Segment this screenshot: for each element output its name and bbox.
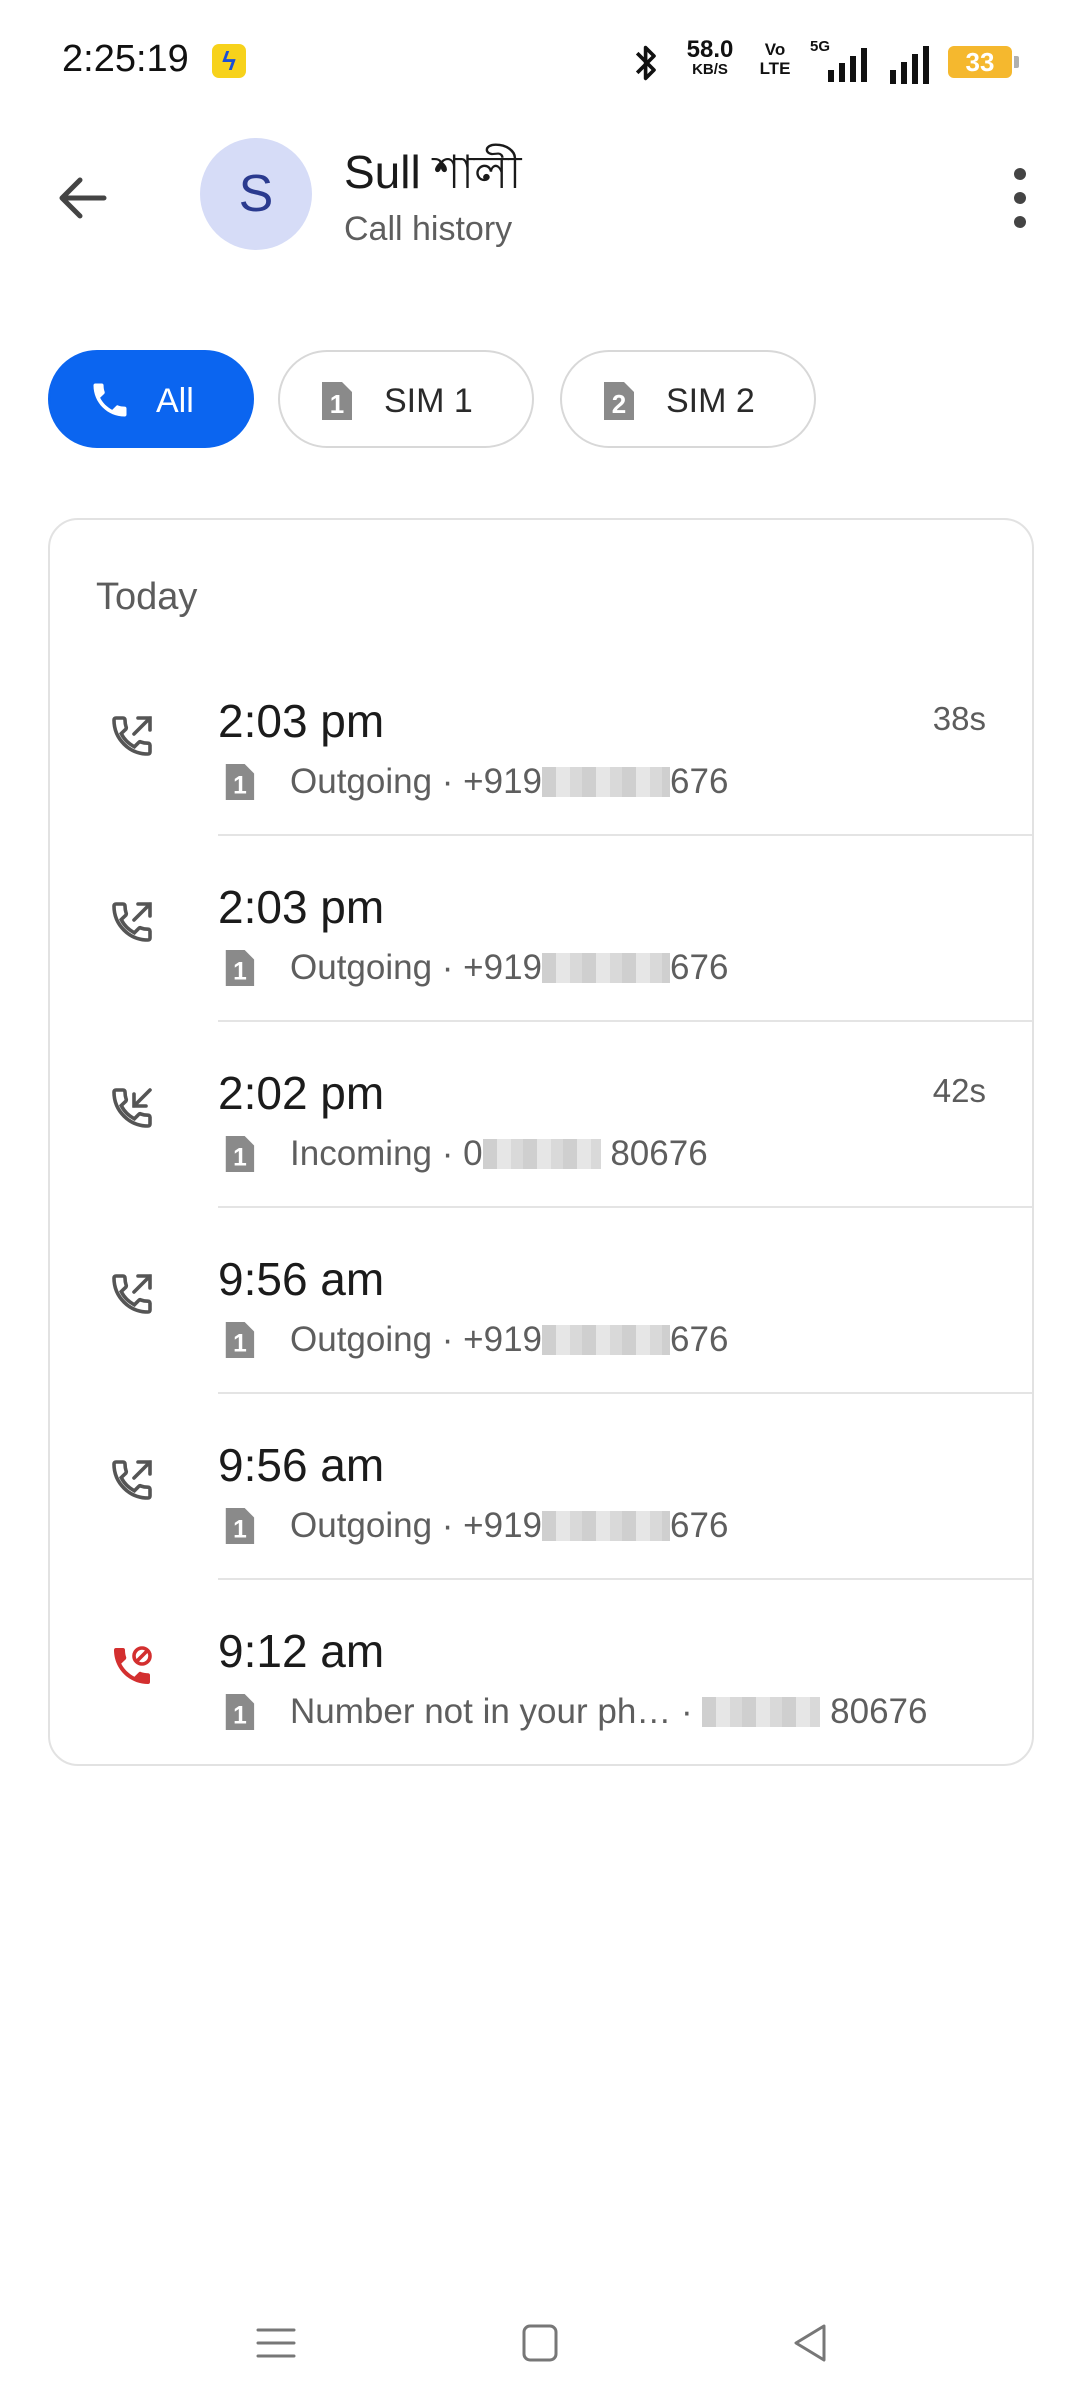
call-type: Outgoing <box>290 1320 433 1359</box>
call-number-prefix: 0 <box>463 1134 483 1173</box>
svg-text:2: 2 <box>612 389 626 419</box>
phone-icon <box>93 383 127 417</box>
call-type: Number not in your ph… <box>290 1692 672 1731</box>
sim2-icon: 2 <box>604 382 634 420</box>
call-type: Incoming <box>290 1134 433 1173</box>
system-nav-bar <box>0 2290 1080 2390</box>
filter-chip-all[interactable]: All <box>48 350 254 448</box>
section-title-today: Today <box>96 576 198 618</box>
network-speed: 58.0 KB/S <box>680 38 740 80</box>
signal-sim2-icon <box>890 46 929 84</box>
call-duration: 42s <box>932 1072 986 1109</box>
redacted-digits <box>702 1697 821 1727</box>
volte-top: Vo <box>764 40 786 59</box>
incoming-call-icon <box>112 1088 152 1128</box>
call-number-suffix: 80676 <box>610 1134 708 1173</box>
recents-menu-icon[interactable] <box>246 2318 306 2368</box>
redacted-digits <box>542 767 671 797</box>
call-row[interactable]: 9:12 am 1 Number not in your ph… · 80676 <box>50 1580 1032 1766</box>
call-detail: Incoming · 0 80676 <box>290 1134 708 1173</box>
volte-icon: Vo LTE <box>750 40 800 78</box>
filter-sim1-label: SIM 1 <box>384 382 473 420</box>
call-detail: Outgoing · +919 676 <box>290 948 729 987</box>
redacted-digits <box>542 953 671 983</box>
status-bar: 2:25:19 ϟ 58.0 KB/S Vo LTE 5G 33 <box>0 0 1080 120</box>
filter-sim2-label: SIM 2 <box>666 382 755 420</box>
bluetooth-icon <box>635 45 656 81</box>
svg-text:1: 1 <box>233 1702 247 1729</box>
sim1-icon: 1 <box>225 764 255 800</box>
call-time: 2:03 pm <box>218 881 385 933</box>
volte-bottom: LTE <box>759 59 791 78</box>
svg-text:1: 1 <box>233 1144 247 1171</box>
call-row[interactable]: 9:56 am 1 Outgoing · +919 676 <box>50 1208 1032 1394</box>
filter-chip-sim1[interactable]: 1 SIM 1 <box>278 350 534 448</box>
sim1-icon: 1 <box>322 382 352 420</box>
outgoing-call-icon <box>112 1274 152 1314</box>
redacted-digits <box>482 1139 601 1169</box>
home-icon[interactable] <box>510 2318 570 2368</box>
blocked-call-icon <box>114 1646 152 1684</box>
sim1-icon: 1 <box>225 950 255 986</box>
call-detail: Number not in your ph… · 80676 <box>290 1692 928 1731</box>
filter-all-label: All <box>156 382 194 420</box>
back-arrow-icon[interactable] <box>44 158 124 238</box>
redacted-digits <box>542 1511 671 1541</box>
svg-text:1: 1 <box>233 1330 247 1357</box>
call-number-prefix: +919 <box>463 1506 543 1545</box>
call-type: Outgoing <box>290 762 433 801</box>
page-subtitle: Call history <box>344 210 513 248</box>
contact-name: Sull শালী <box>344 146 522 198</box>
call-detail: Outgoing · +919 676 <box>290 1320 729 1359</box>
sim1-icon: 1 <box>225 1322 255 1358</box>
call-row[interactable]: 2:03 pm 38s 1 Outgoing · +919 676 <box>50 650 1032 836</box>
sim1-icon: 1 <box>225 1694 255 1730</box>
call-number-prefix: +919 <box>463 762 543 801</box>
call-number-prefix: +919 <box>463 1320 543 1359</box>
back-triangle-icon[interactable] <box>780 2318 840 2368</box>
call-number-prefix: +919 <box>463 948 543 987</box>
svg-text:1: 1 <box>330 389 344 419</box>
call-type: Outgoing <box>290 948 433 987</box>
status-time: 2:25:19 <box>62 38 189 80</box>
sim1-icon: 1 <box>225 1508 255 1544</box>
battery-icon: 33 <box>948 46 1019 78</box>
call-type: Outgoing <box>290 1506 433 1545</box>
call-number-suffix: 676 <box>670 948 729 987</box>
call-row[interactable]: 9:56 am 1 Outgoing · +919 676 <box>50 1394 1032 1580</box>
filter-chip-sim2[interactable]: 2 SIM 2 <box>560 350 816 448</box>
redacted-digits <box>542 1325 671 1355</box>
more-options-icon[interactable] <box>990 160 1050 236</box>
svg-text:1: 1 <box>233 958 247 985</box>
call-duration: 38s <box>932 700 986 737</box>
contact-avatar[interactable]: S <box>200 138 312 250</box>
call-history-card: Today 2:03 pm 38s 1 Outgoing · +919676 <box>48 518 1034 1766</box>
signal-sim1-icon: 5G <box>810 38 874 84</box>
call-number-suffix: 676 <box>670 762 729 801</box>
call-detail: Outgoing · +919 676 <box>290 1506 729 1545</box>
network-type: 5G <box>810 38 831 55</box>
call-number-suffix: 676 <box>670 1506 729 1545</box>
app-header: S Sull শালী Call history <box>0 120 1080 270</box>
outgoing-call-icon <box>112 902 152 942</box>
outgoing-call-icon <box>112 1460 152 1500</box>
call-detail: Outgoing · +919 676 <box>290 762 729 801</box>
sim1-icon: 1 <box>225 1136 255 1172</box>
outgoing-call-icon <box>112 716 152 756</box>
call-time: 9:12 am <box>218 1625 385 1677</box>
call-row[interactable]: 2:03 pm 1 Outgoing · +919 676 <box>50 836 1032 1022</box>
call-time: 2:03 pm <box>218 695 385 747</box>
network-speed-unit: KB/S <box>692 61 728 78</box>
call-number-suffix: 676 <box>670 1320 729 1359</box>
network-speed-value: 58.0 <box>686 36 734 63</box>
call-time: 9:56 am <box>218 1253 385 1305</box>
flipkart-notification-icon: ϟ <box>212 44 246 78</box>
call-row[interactable]: 2:02 pm 42s 1 Incoming · 0 80676 <box>50 1022 1032 1208</box>
svg-text:1: 1 <box>233 772 247 799</box>
call-number-suffix: 80676 <box>830 1692 928 1731</box>
call-time: 9:56 am <box>218 1439 385 1491</box>
svg-text:1: 1 <box>233 1516 247 1543</box>
call-history-screen: 2:25:19 ϟ 58.0 KB/S Vo LTE 5G 33 S Sull … <box>0 0 1080 2400</box>
call-time: 2:02 pm <box>218 1067 385 1119</box>
